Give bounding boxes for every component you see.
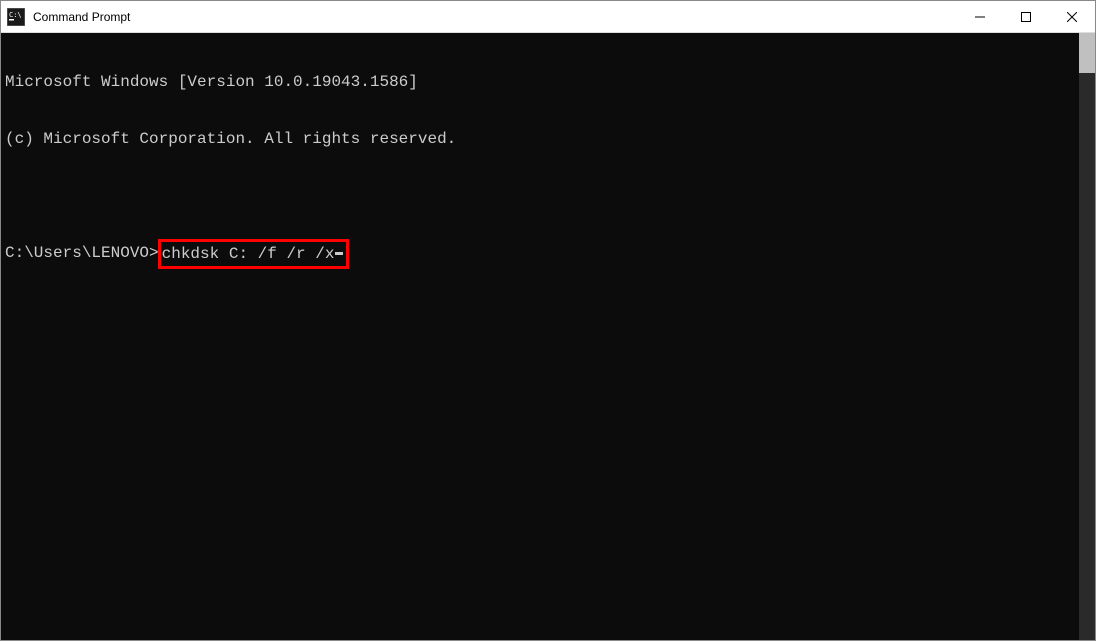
close-button[interactable] bbox=[1049, 1, 1095, 32]
command-highlight-box: chkdsk C: /f /r /x bbox=[158, 239, 350, 269]
terminal-area[interactable]: Microsoft Windows [Version 10.0.19043.15… bbox=[1, 33, 1095, 640]
terminal-blank-line bbox=[5, 187, 1091, 206]
titlebar[interactable]: C:\ Command Prompt bbox=[1, 1, 1095, 33]
terminal-prompt-line: C:\Users\LENOVO>chkdsk C: /f /r /x bbox=[5, 244, 1091, 269]
maximize-button[interactable] bbox=[1003, 1, 1049, 32]
scrollbar-vertical[interactable] bbox=[1079, 33, 1095, 640]
terminal-prompt: C:\Users\LENOVO> bbox=[5, 244, 159, 263]
minimize-button[interactable] bbox=[957, 1, 1003, 32]
cmd-icon: C:\ bbox=[7, 8, 25, 26]
terminal-command: chkdsk C: /f /r /x bbox=[162, 245, 335, 264]
svg-text:C:\: C:\ bbox=[9, 11, 22, 19]
window-title: Command Prompt bbox=[33, 10, 957, 24]
command-prompt-window: C:\ Command Prompt Microsoft Windows [Ve… bbox=[0, 0, 1096, 641]
terminal-output-line: (c) Microsoft Corporation. All rights re… bbox=[5, 130, 1091, 149]
terminal-output-line: Microsoft Windows [Version 10.0.19043.15… bbox=[5, 73, 1091, 92]
scrollbar-thumb[interactable] bbox=[1079, 33, 1095, 73]
terminal-cursor bbox=[335, 252, 343, 255]
window-controls bbox=[957, 1, 1095, 32]
